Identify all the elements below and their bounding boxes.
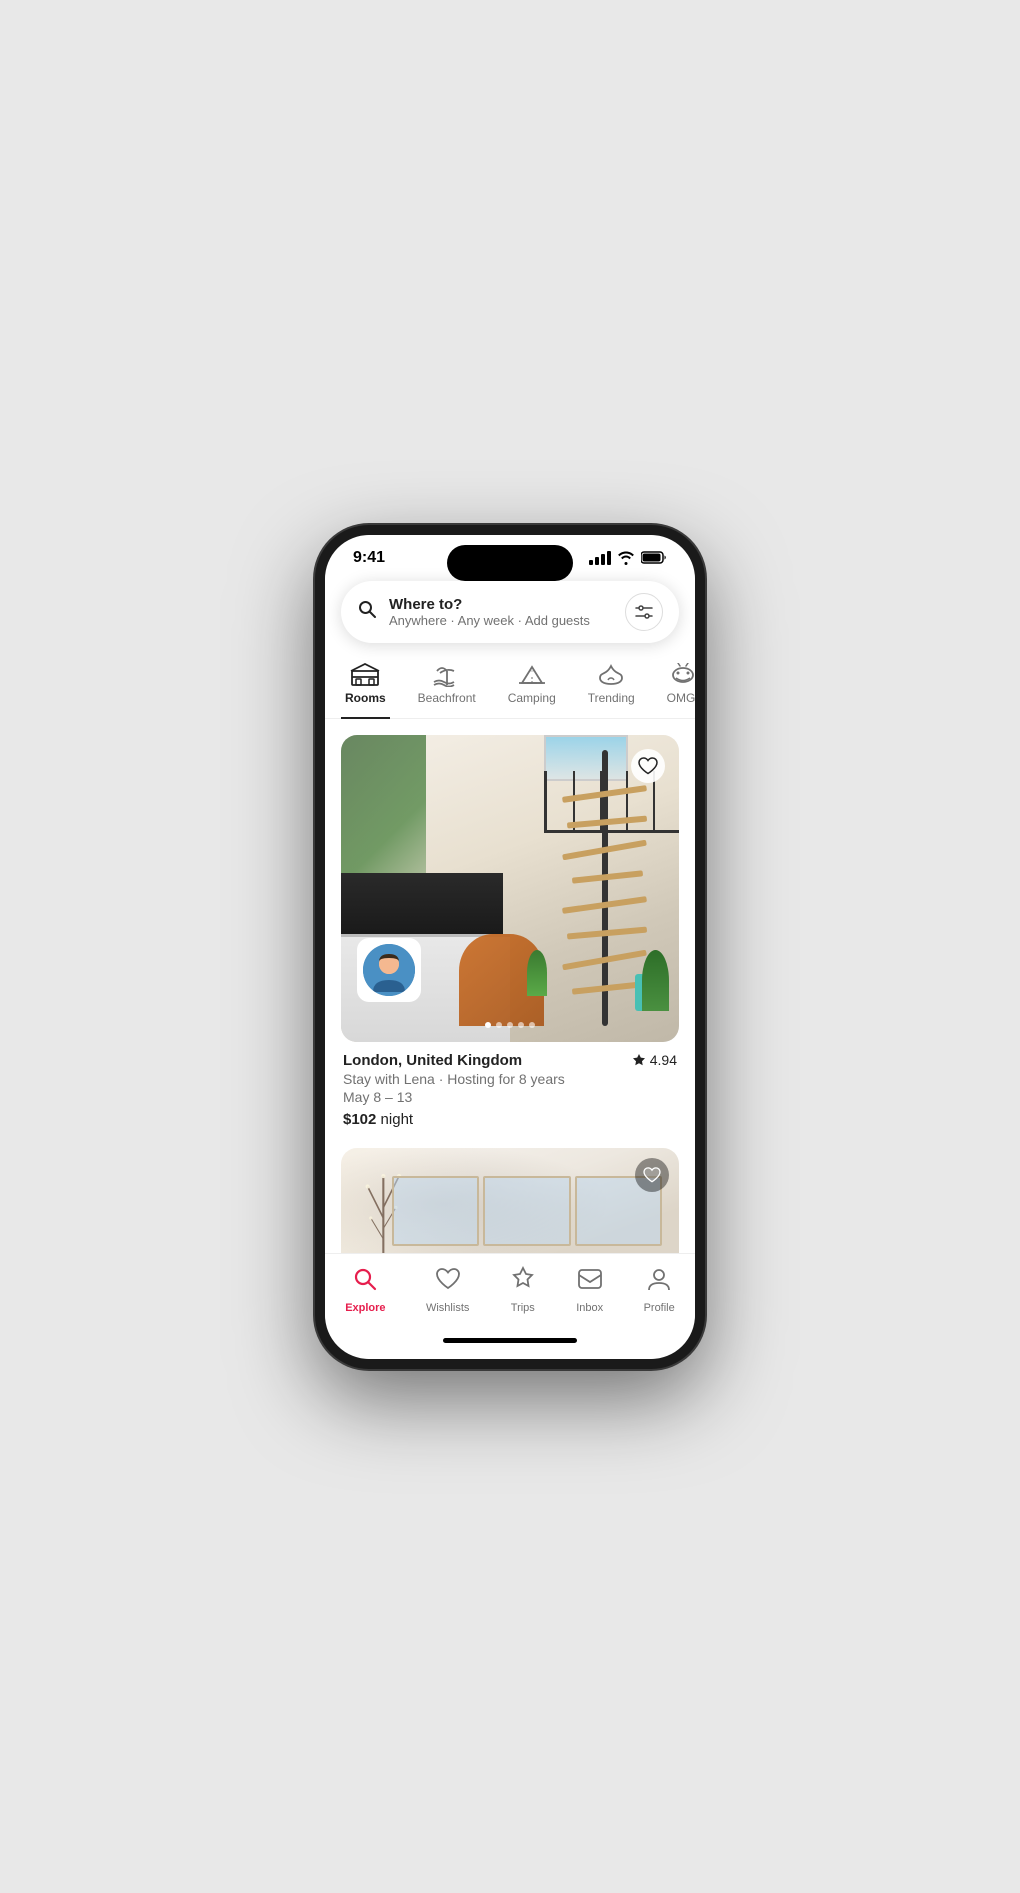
listing-header: London, United Kingdom 4.94 bbox=[343, 1052, 677, 1069]
tab-beachfront-label: Beachfront bbox=[418, 691, 476, 705]
nav-profile-label: Profile bbox=[644, 1302, 675, 1314]
tab-omg[interactable]: OMG! bbox=[663, 655, 695, 718]
dot-3 bbox=[507, 1022, 513, 1028]
nav-explore-label: Explore bbox=[345, 1302, 385, 1314]
wishlist-button-2[interactable] bbox=[635, 1158, 669, 1192]
listing-location: London, United Kingdom bbox=[343, 1052, 522, 1069]
main-content: London, United Kingdom 4.94 Stay with Le… bbox=[325, 719, 695, 1253]
plant-3 bbox=[527, 950, 547, 996]
tab-rooms-label: Rooms bbox=[345, 691, 386, 705]
inbox-icon bbox=[577, 1266, 603, 1299]
nav-wishlists-label: Wishlists bbox=[426, 1302, 469, 1314]
tab-camping[interactable]: Camping bbox=[504, 655, 560, 718]
search-subtitle: Anywhere · Any week · Add guests bbox=[389, 613, 613, 628]
dot-5 bbox=[529, 1022, 535, 1028]
bottom-nav: Explore Wishlists Trips bbox=[325, 1253, 695, 1338]
listing-image-1 bbox=[341, 735, 679, 1042]
explore-icon bbox=[352, 1266, 378, 1299]
room-background-2 bbox=[341, 1148, 679, 1253]
tab-trending-label: Trending bbox=[588, 691, 635, 705]
windows bbox=[392, 1176, 662, 1246]
listing-card-2[interactable] bbox=[325, 1140, 695, 1253]
dynamic-island bbox=[447, 545, 573, 581]
tab-omg-label: OMG! bbox=[667, 691, 695, 705]
nav-profile[interactable]: Profile bbox=[644, 1266, 675, 1314]
listing-rating: 4.94 bbox=[632, 1052, 677, 1068]
phone-frame: 9:41 bbox=[315, 525, 705, 1369]
dot-2 bbox=[496, 1022, 502, 1028]
price-amount: $102 bbox=[343, 1111, 376, 1128]
nav-wishlists[interactable]: Wishlists bbox=[426, 1266, 469, 1314]
tab-beachfront[interactable]: Beachfront bbox=[414, 655, 480, 718]
listing-host: Stay with Lena · Hosting for 8 years bbox=[343, 1071, 677, 1087]
listing-image-2 bbox=[341, 1148, 679, 1253]
home-indicator bbox=[443, 1338, 577, 1343]
listing-info-1: London, United Kingdom 4.94 Stay with Le… bbox=[341, 1042, 679, 1132]
wishlists-icon bbox=[435, 1266, 461, 1299]
home-indicator-wrap bbox=[325, 1338, 695, 1359]
filter-button[interactable] bbox=[625, 593, 663, 631]
wishlist-button-1[interactable] bbox=[631, 749, 665, 783]
nav-explore[interactable]: Explore bbox=[345, 1266, 385, 1314]
phone-screen: 9:41 bbox=[325, 535, 695, 1359]
tab-trending[interactable]: Trending bbox=[584, 655, 639, 718]
search-bar[interactable]: Where to? Anywhere · Any week · Add gues… bbox=[341, 581, 679, 643]
tab-rooms[interactable]: Rooms bbox=[341, 655, 390, 719]
nav-trips[interactable]: Trips bbox=[510, 1266, 536, 1314]
search-text: Where to? Anywhere · Any week · Add gues… bbox=[389, 596, 613, 628]
profile-icon bbox=[646, 1266, 672, 1299]
window-2 bbox=[483, 1176, 570, 1246]
wifi-icon bbox=[617, 551, 635, 565]
host-avatar bbox=[357, 938, 421, 1002]
image-dots bbox=[485, 1022, 535, 1028]
nav-trips-label: Trips bbox=[511, 1302, 535, 1314]
search-icon bbox=[357, 599, 377, 624]
dot-4 bbox=[518, 1022, 524, 1028]
trips-icon bbox=[510, 1266, 536, 1299]
signal-icon bbox=[589, 551, 611, 565]
status-icons bbox=[589, 551, 667, 565]
status-time: 9:41 bbox=[353, 549, 385, 567]
listing-price: $102 night bbox=[343, 1111, 677, 1128]
category-tabs: Rooms Beachfront bbox=[325, 655, 695, 719]
battery-icon bbox=[641, 551, 667, 564]
avatar-image bbox=[363, 944, 415, 996]
nav-inbox[interactable]: Inbox bbox=[576, 1266, 603, 1314]
counter-backsplash bbox=[341, 873, 503, 934]
window-1 bbox=[392, 1176, 479, 1246]
search-title: Where to? bbox=[389, 596, 613, 613]
search-section: Where to? Anywhere · Any week · Add gues… bbox=[325, 573, 695, 655]
rating-value: 4.94 bbox=[650, 1052, 677, 1068]
price-unit: night bbox=[381, 1111, 414, 1128]
tab-camping-label: Camping bbox=[508, 691, 556, 705]
listing-dates: May 8 – 13 bbox=[343, 1089, 677, 1105]
dot-1 bbox=[485, 1022, 491, 1028]
nav-inbox-label: Inbox bbox=[576, 1302, 603, 1314]
plant-2 bbox=[642, 950, 669, 1011]
listing-card-1[interactable]: London, United Kingdom 4.94 Stay with Le… bbox=[325, 719, 695, 1140]
